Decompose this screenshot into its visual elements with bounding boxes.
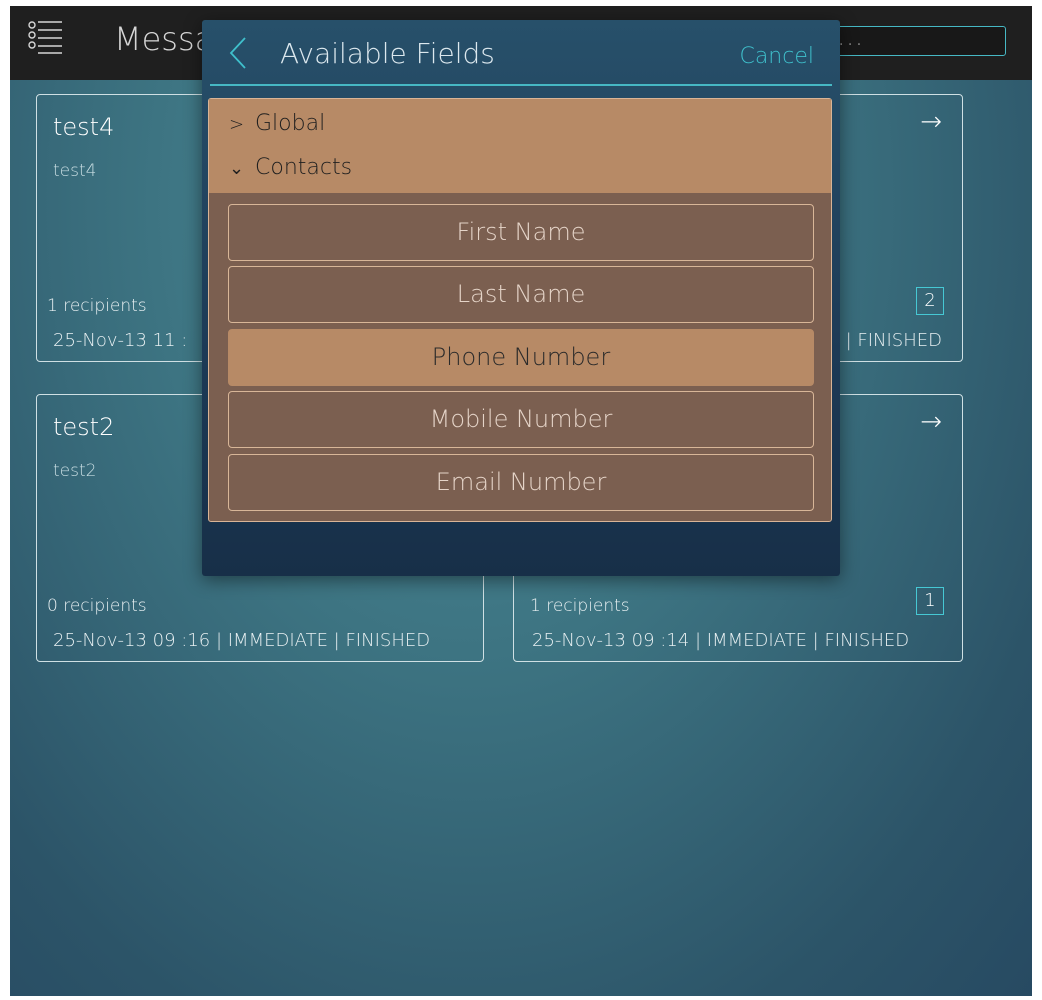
field-first-name[interactable]: First Name [228,204,814,261]
chevron-right-icon: > [229,114,245,135]
arrow-right-icon[interactable]: → [920,107,942,137]
available-fields-dialog: Available Fields Cancel > Global ⌄ Contact… [202,20,840,576]
group-row-global[interactable]: > Global [229,111,325,136]
field-email-number[interactable]: Email Number [228,454,814,511]
fields-panel: > Global ⌄ Contacts First Name Last Name P… [208,98,832,522]
group-label: Global [255,111,326,136]
list-icon[interactable] [28,20,64,56]
card-recipients: 0 recipients [47,596,147,616]
cancel-button[interactable]: Cancel [739,44,814,69]
card-meta: 25-Nov-13 09 :14 | IMMEDIATE | FINISHED [532,630,910,651]
card-recipients: 1 recipients [47,296,147,316]
header-divider [210,84,832,86]
group-label: Contacts [255,155,353,180]
app-window: Messa test4 test4 1 recipients 25-Nov-13… [10,6,1032,996]
count-badge: 1 [916,587,944,615]
card-recipients: 1 recipients [530,596,630,616]
card-subtitle: test4 [53,161,97,181]
group-row-contacts[interactable]: ⌄ Contacts [229,155,352,180]
search-input[interactable] [828,26,1006,56]
field-phone-number[interactable]: Phone Number [228,329,814,386]
card-title: test2 [53,413,115,441]
card-subtitle: test2 [53,461,97,481]
field-mobile-number[interactable]: Mobile Number [228,391,814,448]
chevron-down-icon: ⌄ [229,158,245,179]
card-meta: | FINISHED [845,330,942,351]
card-meta: 25-Nov-13 09 :16 | IMMEDIATE | FINISHED [53,630,431,651]
dialog-title: Available Fields [280,37,495,70]
group-list: > Global ⌄ Contacts [209,99,831,193]
app-title: Messa [114,20,215,58]
card-meta: 25-Nov-13 11 : [53,330,188,351]
dialog-header: Available Fields Cancel [202,20,840,86]
field-last-name[interactable]: Last Name [228,266,814,323]
chevron-left-icon[interactable] [228,36,248,70]
count-badge: 2 [916,287,944,315]
arrow-right-icon[interactable]: → [920,407,942,437]
card-title: test4 [53,113,115,141]
